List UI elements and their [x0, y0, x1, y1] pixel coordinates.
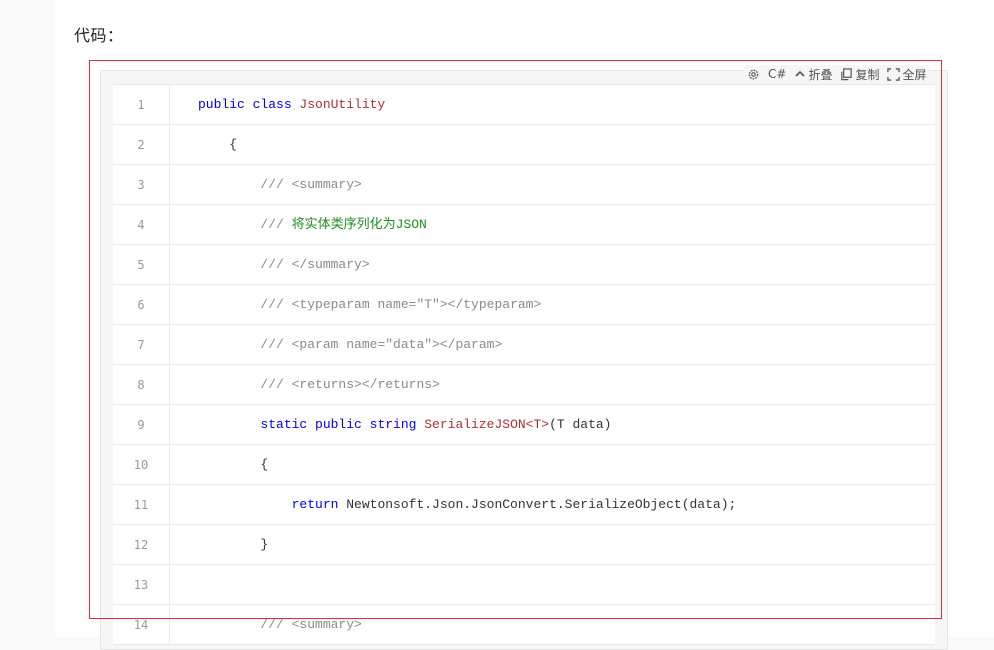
- code-line[interactable]: static public string SerializeJSON<T>(T …: [170, 405, 935, 444]
- language-selector[interactable]: C#: [768, 67, 786, 81]
- code-token: static public string: [260, 417, 425, 432]
- code-token: {: [260, 457, 269, 472]
- line-number: 8: [113, 365, 170, 404]
- copy-icon: [841, 67, 853, 80]
- code-row: 10 {: [113, 445, 935, 485]
- line-number: 4: [113, 205, 170, 244]
- code-token: /// <summary>: [260, 177, 362, 192]
- code-line[interactable]: /// <summary>: [170, 165, 935, 204]
- copy-label: 复制: [855, 67, 880, 82]
- code-token: return: [291, 497, 347, 512]
- code-row: 13: [113, 565, 935, 605]
- line-number: 11: [113, 485, 170, 524]
- code-line[interactable]: /// 将实体类序列化为JSON: [170, 205, 935, 244]
- code-token: ///: [260, 217, 292, 232]
- code-token: {: [229, 137, 238, 152]
- code-row: 12 }: [113, 525, 935, 565]
- code-line[interactable]: public class JsonUtility: [170, 85, 935, 124]
- code-line[interactable]: }: [170, 525, 935, 564]
- code-line[interactable]: [170, 565, 935, 604]
- code-token: Newtonsoft.Json.JsonConvert.SerializeObj…: [346, 497, 737, 512]
- code-line[interactable]: {: [170, 125, 935, 164]
- line-number: 1: [113, 85, 170, 124]
- fold-button[interactable]: 折叠: [794, 66, 832, 83]
- code-line[interactable]: {: [170, 445, 935, 484]
- fold-label: 折叠: [808, 67, 833, 82]
- fullscreen-button[interactable]: 全屏: [887, 66, 926, 83]
- code-line[interactable]: /// <summary>: [170, 605, 935, 644]
- code-row: 6 /// <typeparam name="T"></typeparam>: [113, 285, 935, 325]
- code-row: 9 static public string SerializeJSON<T>(…: [113, 405, 935, 445]
- code-row: 8 /// <returns></returns>: [113, 365, 935, 405]
- code-line[interactable]: /// <typeparam name="T"></typeparam>: [170, 285, 935, 324]
- copy-button[interactable]: 复制: [840, 66, 879, 83]
- line-number: 6: [113, 285, 170, 324]
- code-row: 4 /// 将实体类序列化为JSON: [113, 205, 935, 245]
- code-token: /// </summary>: [260, 257, 370, 272]
- code-row: 14 /// <summary>: [113, 605, 935, 645]
- settings-button[interactable]: [747, 68, 760, 81]
- code-row: 5 /// </summary>: [113, 245, 935, 285]
- line-number: 2: [113, 125, 170, 164]
- line-number: 14: [113, 605, 170, 644]
- code-line[interactable]: /// <param name="data"></param>: [170, 325, 935, 364]
- code-token: /// <summary>: [260, 617, 362, 632]
- code-row: 3 /// <summary>: [113, 165, 935, 205]
- code-row: 7 /// <param name="data"></param>: [113, 325, 935, 365]
- line-number: 12: [113, 525, 170, 564]
- code-token: public class: [198, 97, 300, 112]
- gear-icon: [748, 69, 759, 79]
- code-token: (T data): [549, 417, 612, 432]
- code-token: }: [260, 537, 269, 552]
- line-number: 5: [113, 245, 170, 284]
- code-token: /// <typeparam name="T"></typeparam>: [260, 297, 542, 312]
- line-number: 13: [113, 565, 170, 604]
- code-row: 2 {: [113, 125, 935, 165]
- code-line[interactable]: /// <returns></returns>: [170, 365, 935, 404]
- line-number: 9: [113, 405, 170, 444]
- line-number: 7: [113, 325, 170, 364]
- code-row: 11 return Newtonsoft.Json.JsonConvert.Se…: [113, 485, 935, 525]
- line-number: 3: [113, 165, 170, 204]
- code-token: /// <param name="data"></param>: [260, 337, 503, 352]
- line-number: 10: [113, 445, 170, 484]
- code-line[interactable]: /// </summary>: [170, 245, 935, 284]
- code-lines: 1 public class JsonUtility 2 {3 /// <summa…: [113, 84, 935, 645]
- code-row: 1 public class JsonUtility: [113, 85, 935, 125]
- fullscreen-label: 全屏: [902, 67, 927, 82]
- code-token: /// <returns></returns>: [260, 377, 440, 392]
- code-token: 将实体类序列化为JSON: [291, 217, 427, 232]
- intro-text: 代码：: [74, 26, 124, 45]
- fullscreen-icon: [887, 67, 901, 81]
- chevron-up-icon: [795, 70, 806, 77]
- code-line[interactable]: return Newtonsoft.Json.JsonConvert.Seria…: [170, 485, 935, 524]
- code-token: SerializeJSON<T>: [424, 417, 550, 432]
- code-toolbar: C# 折叠 复制 全屏: [744, 65, 930, 83]
- code-token: JsonUtility: [299, 97, 386, 112]
